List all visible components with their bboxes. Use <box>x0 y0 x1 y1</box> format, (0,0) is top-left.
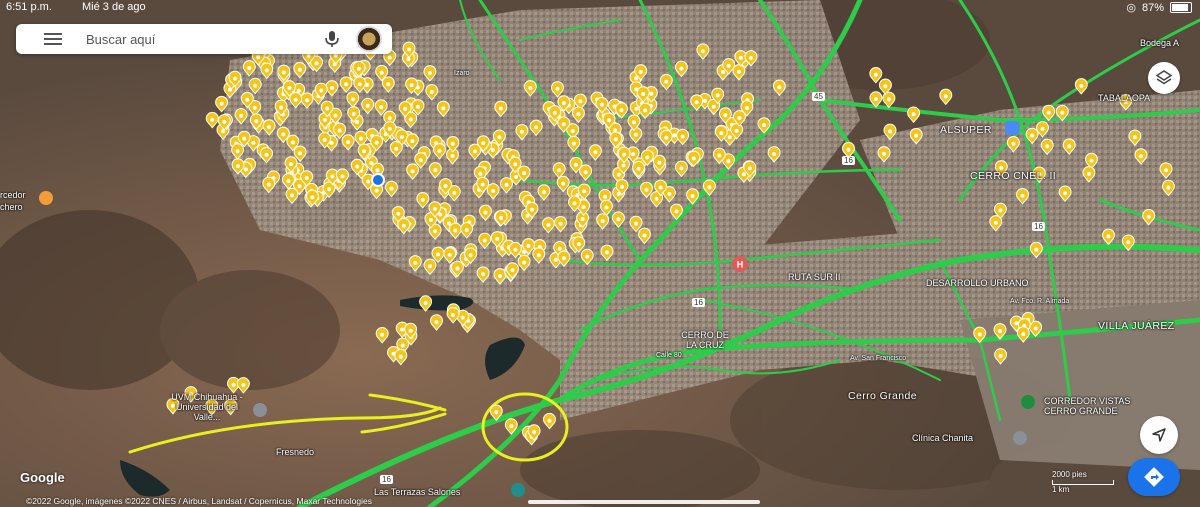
map-label-villa-juarez: VILLA JUÁREZ <box>1098 320 1175 332</box>
map-attribution[interactable]: ©2022 Google, imágenes ©2022 CNES / Airb… <box>26 496 372 506</box>
bottom-sheet-handle[interactable] <box>528 500 760 504</box>
map-scale: 2000 pies 1 km <box>1052 470 1114 494</box>
map-label-cerro-de-la-cruz: CERRO DE LA CRUZ <box>681 330 729 350</box>
map-label-cerro-cnel: CERRO CNEL. II <box>970 170 1057 182</box>
store-pin[interactable] <box>1005 121 1019 135</box>
scale-label-metric: 1 km <box>1052 485 1070 494</box>
scale-label-imperial: 2000 pies <box>1052 470 1087 479</box>
layers-icon <box>1155 70 1173 85</box>
map-label-tabalaopa: TABALAOPA <box>1098 93 1151 103</box>
university-pin[interactable] <box>253 403 267 417</box>
directions-button[interactable] <box>1128 458 1180 496</box>
restaurant-pin[interactable] <box>39 191 53 205</box>
road-shield-16: 16 <box>1032 222 1045 231</box>
directions-icon <box>1144 467 1164 487</box>
map-label-av-san-francisco: Av. San Francisco <box>850 355 907 362</box>
compass-button[interactable] <box>1140 416 1178 454</box>
microphone-icon[interactable] <box>322 29 342 49</box>
search-input[interactable]: Buscar aquí <box>86 32 322 47</box>
road-shield-16: 16 <box>380 475 393 484</box>
profile-avatar[interactable] <box>356 26 382 52</box>
status-bar: 6:51 p.m. Mié 3 de ago ◎ 87% <box>0 0 1200 16</box>
park-pin[interactable] <box>1021 395 1035 409</box>
map-label-chero: chero <box>0 202 23 212</box>
map-label-clinica-chanita: Clínica Chanita <box>912 433 974 443</box>
status-time: 6:51 p.m. <box>6 1 52 13</box>
search-bar[interactable]: Buscar aquí <box>16 24 392 54</box>
map-label-uvm: UVM Chihuahua - Universidad del Valle... <box>171 392 243 422</box>
map-label-cerro-grande: Cerro Grande <box>848 390 917 402</box>
compass-navigation-icon <box>1152 428 1166 442</box>
road-shield-16: 16 <box>842 156 855 165</box>
map-label-desarrollo-urbano: DESARROLLO URBANO <box>926 278 1029 288</box>
clinic-pin[interactable] <box>1013 431 1027 445</box>
map-label-fresnedo: Fresnedo <box>276 447 315 457</box>
current-location-dot <box>371 173 385 187</box>
status-date: Mié 3 de ago <box>82 1 146 13</box>
battery-percent: 87% <box>1141 1 1164 14</box>
layers-button[interactable] <box>1148 62 1180 94</box>
map-label-ruta-sur: RUTA SUR II <box>788 272 841 282</box>
satellite-map[interactable]: H <box>0 0 1200 507</box>
road-shield-45: 45 <box>812 92 825 101</box>
map-label-calle-80: Calle 80 <box>656 352 682 359</box>
battery-icon <box>1170 2 1192 13</box>
google-logo: Google <box>20 470 65 485</box>
battery-level <box>1172 4 1188 11</box>
svg-text:H: H <box>737 260 744 270</box>
map-label-izaro: Izaro <box>454 70 470 77</box>
map-label-alsuper: ALSUPER <box>940 124 992 136</box>
map-label-rcedor: rcedor <box>0 190 26 200</box>
venue-pin[interactable] <box>511 483 525 497</box>
map-label-bodega: Bodega A <box>1140 38 1180 48</box>
hamburger-menu-icon[interactable] <box>44 33 66 45</box>
map-label-las-terrazas: Las Terrazas Salones <box>374 487 461 497</box>
hospital-pin[interactable]: H <box>732 256 748 272</box>
road-shield-16: 16 <box>692 298 705 307</box>
map-label-corredor-vistas: CORREDOR VISTAS CERRO GRANDE <box>1044 396 1131 416</box>
wifi-icon: ◎ <box>1126 2 1136 14</box>
map-label-av-almada: Av. Fco. R. Almada <box>1010 298 1070 305</box>
